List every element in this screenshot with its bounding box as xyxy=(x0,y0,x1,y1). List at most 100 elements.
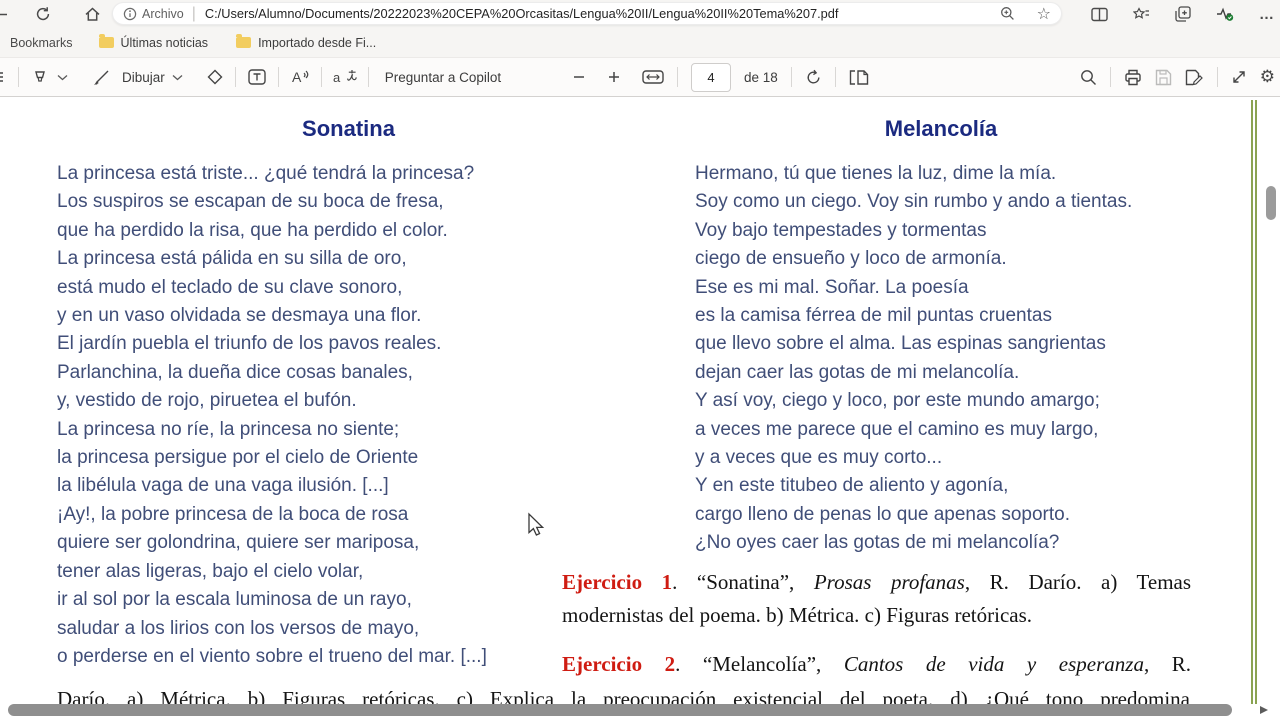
print-icon[interactable] xyxy=(1124,69,1142,86)
settings-gear-icon[interactable]: ⚙ xyxy=(1260,67,1275,87)
browser-essentials-icon[interactable] xyxy=(1216,6,1234,22)
chevron-down-icon[interactable] xyxy=(172,74,183,81)
exercise-1-line-1: Ejercicio 1. “Sonatina”, Prosas profanas… xyxy=(562,566,1191,599)
poem-line: La princesa está pálida en su silla de o… xyxy=(57,245,640,273)
bookmarks-bar: Bookmarks Últimas noticias Importado des… xyxy=(0,28,1280,58)
save-as-icon[interactable] xyxy=(1185,69,1204,86)
translate-icon[interactable]: a xyxy=(333,68,357,86)
read-aloud-icon[interactable]: A xyxy=(290,68,310,86)
favorites-hub-icon[interactable] xyxy=(1133,6,1150,22)
split-screen-icon[interactable] xyxy=(1091,7,1108,22)
add-text-icon[interactable] xyxy=(247,68,267,86)
more-menu-icon[interactable]: … xyxy=(1259,6,1274,23)
poem-line: La princesa no ríe, la princesa no sient… xyxy=(57,416,640,444)
url-text[interactable]: C:/Users/Alumno/Documents/20222023%20CEP… xyxy=(205,6,1000,21)
page-number-input[interactable] xyxy=(691,63,731,92)
poem-line: Y en este titubeo de aliento y agonía, xyxy=(695,472,1187,500)
mouse-cursor xyxy=(524,512,546,541)
collections-icon[interactable] xyxy=(1175,6,1191,22)
address-separator: | xyxy=(192,5,196,23)
search-icon[interactable] xyxy=(1080,69,1097,86)
exercise-1-label: Ejercicio 1 xyxy=(562,570,672,594)
page-border-line xyxy=(1251,100,1257,704)
address-bar[interactable]: Archivo | C:/Users/Alumno/Documents/2022… xyxy=(112,2,1062,25)
bookmarks-title: Bookmarks xyxy=(10,36,73,50)
bookmark-folder-ultimas-noticias[interactable]: Últimas noticias xyxy=(99,36,209,50)
folder-icon xyxy=(99,37,114,48)
poem-line: tener alas ligeras, bajo el cielo volar, xyxy=(57,558,640,586)
pdf-page: Sonatina La princesa está triste... ¿qué… xyxy=(0,97,1280,720)
poem-line: dejan caer las gotas de mi melancolía. xyxy=(695,359,1187,387)
fit-to-width-icon[interactable] xyxy=(642,69,664,85)
back-arrow-icon[interactable] xyxy=(0,6,9,23)
eraser-icon[interactable] xyxy=(206,68,224,86)
poem-lines: Hermano, tú que tienes la luz, dime la m… xyxy=(695,160,1187,558)
poem-line: Hermano, tú que tienes la luz, dime la m… xyxy=(695,160,1187,188)
poem-line: a veces me parece que el camino es muy l… xyxy=(695,416,1187,444)
poem-line: quiere ser golondrina, quiere ser maripo… xyxy=(57,529,640,557)
bookmark-label: Importado desde Fi... xyxy=(258,36,376,50)
bookmark-folder-importado[interactable]: Importado desde Fi... xyxy=(236,36,376,50)
exercise-1-line-2: modernistas del poema. b) Métrica. c) Fi… xyxy=(562,599,1191,632)
exercise-1: Ejercicio 1. “Sonatina”, Prosas profanas… xyxy=(562,566,1191,632)
zoom-in-icon[interactable] xyxy=(607,70,621,84)
poem-line: Ese es mi mal. Soñar. La poesía xyxy=(695,274,1187,302)
poem-line: Voy bajo tempestades y tormentas xyxy=(695,217,1187,245)
draw-button-label[interactable]: Dibujar xyxy=(122,70,165,85)
refresh-icon[interactable] xyxy=(35,6,51,22)
horizontal-scrollbar-thumb[interactable] xyxy=(8,704,1232,716)
poem-title-sonatina: Sonatina xyxy=(57,116,640,142)
poem-line: y a veces que es muy corto... xyxy=(695,444,1187,472)
exercise-1-work-title: Prosas profanas xyxy=(814,570,965,594)
poem-line: la princesa persigue por el cielo de Ori… xyxy=(57,444,640,472)
svg-text:a: a xyxy=(333,70,341,85)
poem-line: Parlanchina, la dueña dice cosas banales… xyxy=(57,359,640,387)
browser-address-row: Archivo | C:/Users/Alumno/Documents/2022… xyxy=(0,0,1280,28)
bookmark-label: Últimas noticias xyxy=(121,36,209,50)
poem-line: ciego de ensueño y loco de armonía. xyxy=(695,245,1187,273)
file-info-icon[interactable] xyxy=(123,7,137,21)
expand-icon[interactable] xyxy=(1231,69,1247,85)
poem-line: La princesa está triste... ¿qué tendrá l… xyxy=(57,160,640,188)
zoom-out-icon[interactable] xyxy=(572,70,586,84)
poem-line: Los suspiros se escapan de su boca de fr… xyxy=(57,188,640,216)
exercise-2: Ejercicio 2. “Melancolía”, Cantos de vid… xyxy=(562,648,1191,681)
exercise-2-label: Ejercicio 2 xyxy=(562,652,675,676)
poem-sonatina: Sonatina La princesa está triste... ¿qué… xyxy=(57,116,640,671)
svg-text:A: A xyxy=(292,69,302,85)
highlighter-icon[interactable] xyxy=(30,68,50,86)
exercise-2-work-title: Cantos de vida y esperanza xyxy=(844,652,1144,676)
poem-line: y en un vaso olvidada se desmaya una flo… xyxy=(57,302,640,330)
vertical-scrollbar-thumb[interactable] xyxy=(1266,186,1276,220)
poem-line: es la camisa férrea de mil puntas cruent… xyxy=(695,302,1187,330)
scrollbar-right-arrow[interactable] xyxy=(1260,706,1268,714)
poem-line: ¿No oyes caer las gotas de mi melancolía… xyxy=(695,529,1187,557)
page-view-icon[interactable] xyxy=(849,69,869,86)
poem-line: está mudo el teclado de su clave sonoro, xyxy=(57,274,640,302)
home-icon[interactable] xyxy=(84,6,101,23)
browser-actions: … xyxy=(1091,0,1274,28)
pdf-toolbar: Dibujar A a Preguntar a Copilot xyxy=(0,58,1280,97)
poem-line: y, vestido de rojo, piruetea el bufón. xyxy=(57,387,640,415)
poem-line: cargo lleno de penas lo que apenas sopor… xyxy=(695,501,1187,529)
poem-line: saludar a los lirios con los versos de m… xyxy=(57,615,640,643)
url-scheme-label: Archivo xyxy=(142,7,184,21)
rotate-icon[interactable] xyxy=(805,69,822,86)
toolbar-menu-icon[interactable] xyxy=(0,70,7,84)
poem-melancolia: Melancolía Hermano, tú que tienes la luz… xyxy=(695,116,1187,558)
favorite-star-icon[interactable]: ☆ xyxy=(1037,4,1051,24)
copilot-button[interactable]: Preguntar a Copilot xyxy=(385,70,501,85)
poem-line: Y así voy, ciego y loco, por este mundo … xyxy=(695,387,1187,415)
chevron-down-icon[interactable] xyxy=(57,74,68,81)
poem-line: Soy como un ciego. Voy sin rumbo y ando … xyxy=(695,188,1187,216)
draw-pen-icon[interactable] xyxy=(93,68,111,86)
save-icon xyxy=(1155,69,1172,86)
exercise-1-text: . “Sonatina”, xyxy=(672,570,814,594)
poem-title-melancolia: Melancolía xyxy=(695,116,1187,142)
poem-line: El jardín puebla el triunfo de los pavos… xyxy=(57,330,640,358)
poem-line: la libélula vaga de una vaga ilusión. [.… xyxy=(57,472,640,500)
poem-line: ir al sol por la escala luminosa de un r… xyxy=(57,586,640,614)
poem-line: o perderse en el viento sobre el trueno … xyxy=(57,643,640,671)
zoom-page-icon[interactable] xyxy=(1000,6,1015,21)
exercise-2-text: . “Melancolía”, xyxy=(675,652,844,676)
